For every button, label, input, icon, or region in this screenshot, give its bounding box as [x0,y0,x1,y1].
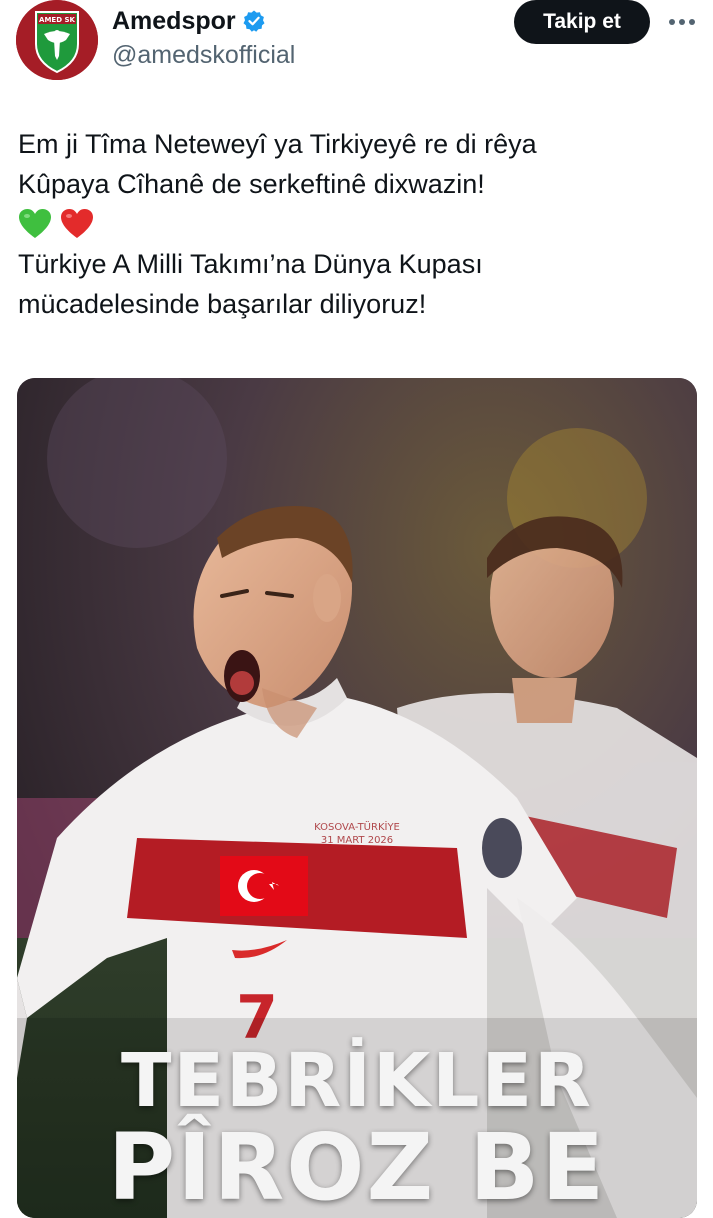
overlay-congratulations-ku: PÎROZ BE [107,1114,607,1218]
verified-badge-icon [242,9,266,33]
jersey-match-text: KOSOVA-TÜRKİYE [314,820,400,833]
emoji-line [18,204,698,244]
tweet-header: AMED SK Amedspor @amedskofficial Takip e… [0,0,713,100]
follow-button[interactable]: Takip et [514,0,650,44]
avatar[interactable]: AMED SK [16,0,98,80]
tweet-line-kurdish-2: Kûpaya Cîhanê de serkeftinê dixwazin! [18,169,485,199]
green-heart-icon [19,209,51,238]
user-handle[interactable]: @amedskofficial [112,40,295,70]
red-heart-icon [61,209,93,238]
amedspor-crest-icon: AMED SK [16,0,98,80]
more-dots-icon [669,19,695,25]
more-options-button[interactable] [664,6,700,38]
tweet-line-turkish-1: Türkiye A Milli Takımı’na Dünya Kupası [18,249,483,279]
jersey-match-date: 31 MART 2026 [321,835,393,846]
overlay-congratulations-tr: TEBRİKLER [121,1038,593,1124]
avatar-crest-text: AMED SK [39,16,75,24]
tweet-text: Em ji Tîma Neteweyî ya Tirkiyeyê re di r… [18,124,698,324]
display-name[interactable]: Amedspor [112,6,236,36]
tweet-line-kurdish-1: Em ji Tîma Neteweyî ya Tirkiyeyê re di r… [18,129,537,159]
tweet-media-image[interactable]: 7 KOSOVA-TÜRKİYE 31 MART 2026 TEBRİKLER … [17,378,697,1218]
tweet-line-turkish-2: mücadelesinde başarılar diliyoruz! [18,289,427,319]
display-name-row[interactable]: Amedspor [112,6,266,36]
